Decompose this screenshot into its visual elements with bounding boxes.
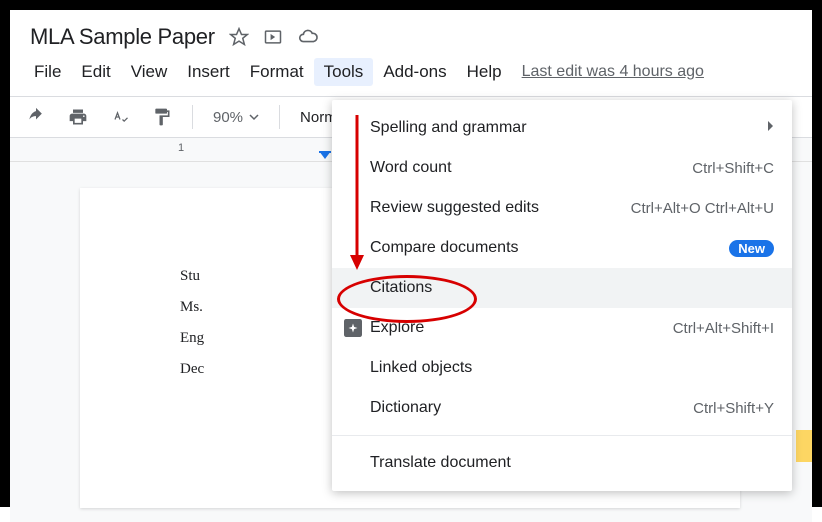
toolbar-divider — [192, 105, 193, 129]
menu-item-label: Translate document — [370, 454, 774, 472]
indent-marker-icon[interactable] — [318, 150, 332, 162]
menu-item-review-edits[interactable]: Review suggested edits Ctrl+Alt+O Ctrl+A… — [332, 188, 792, 228]
move-icon[interactable] — [263, 27, 283, 47]
menu-item-dictionary[interactable]: Dictionary Ctrl+Shift+Y — [332, 388, 792, 428]
menu-item-explore[interactable]: Explore Ctrl+Alt+Shift+I — [332, 308, 792, 348]
document-title[interactable]: MLA Sample Paper — [30, 24, 215, 50]
menu-item-label: Linked objects — [370, 359, 774, 377]
menu-item-label: Spelling and grammar — [370, 119, 766, 137]
menu-bar: File Edit View Insert Format Tools Add-o… — [10, 56, 812, 96]
menu-help[interactable]: Help — [457, 58, 512, 86]
shortcut-label: Ctrl+Shift+C — [692, 160, 774, 177]
side-tab[interactable] — [796, 430, 812, 462]
print-icon[interactable] — [62, 103, 94, 131]
menu-item-label: Citations — [370, 279, 774, 297]
tools-dropdown: Spelling and grammar Word count Ctrl+Shi… — [332, 100, 792, 491]
menu-item-label: Dictionary — [370, 399, 693, 417]
menu-item-label: Review suggested edits — [370, 199, 631, 217]
menu-item-label: Explore — [370, 319, 673, 337]
menu-view[interactable]: View — [121, 58, 178, 86]
zoom-select[interactable]: 90% — [207, 109, 265, 126]
chevron-down-icon — [249, 112, 259, 122]
last-edit-link[interactable]: Last edit was 4 hours ago — [522, 63, 704, 81]
menu-tools[interactable]: Tools — [314, 58, 374, 86]
menu-item-spelling[interactable]: Spelling and grammar — [332, 108, 792, 148]
menu-item-word-count[interactable]: Word count Ctrl+Shift+C — [332, 148, 792, 188]
menu-item-translate[interactable]: Translate document — [332, 443, 792, 483]
paint-format-icon[interactable] — [146, 103, 178, 131]
menu-format[interactable]: Format — [240, 58, 314, 86]
menu-divider — [332, 435, 792, 436]
menu-item-linked-objects[interactable]: Linked objects — [332, 348, 792, 388]
menu-file[interactable]: File — [24, 58, 71, 86]
shortcut-label: Ctrl+Alt+O Ctrl+Alt+U — [631, 200, 774, 217]
menu-insert[interactable]: Insert — [177, 58, 240, 86]
menu-item-label: Word count — [370, 159, 692, 177]
zoom-value: 90% — [213, 109, 243, 126]
menu-addons[interactable]: Add-ons — [373, 58, 456, 86]
explore-icon — [344, 319, 370, 337]
star-icon[interactable] — [229, 27, 249, 47]
undo-icon[interactable] — [20, 103, 52, 131]
new-badge: New — [729, 240, 774, 257]
shortcut-label: Ctrl+Shift+Y — [693, 400, 774, 417]
shortcut-label: Ctrl+Alt+Shift+I — [673, 320, 774, 337]
spellcheck-icon[interactable] — [104, 103, 136, 131]
menu-edit[interactable]: Edit — [71, 58, 120, 86]
ruler-tick: 1 — [178, 142, 184, 154]
title-bar: MLA Sample Paper — [10, 10, 812, 56]
toolbar-divider — [279, 105, 280, 129]
menu-item-label: Compare documents — [370, 239, 729, 257]
submenu-arrow-icon — [766, 119, 774, 137]
menu-item-citations[interactable]: Citations — [332, 268, 792, 308]
cloud-icon[interactable] — [297, 26, 319, 48]
menu-item-compare[interactable]: Compare documents New — [332, 228, 792, 268]
